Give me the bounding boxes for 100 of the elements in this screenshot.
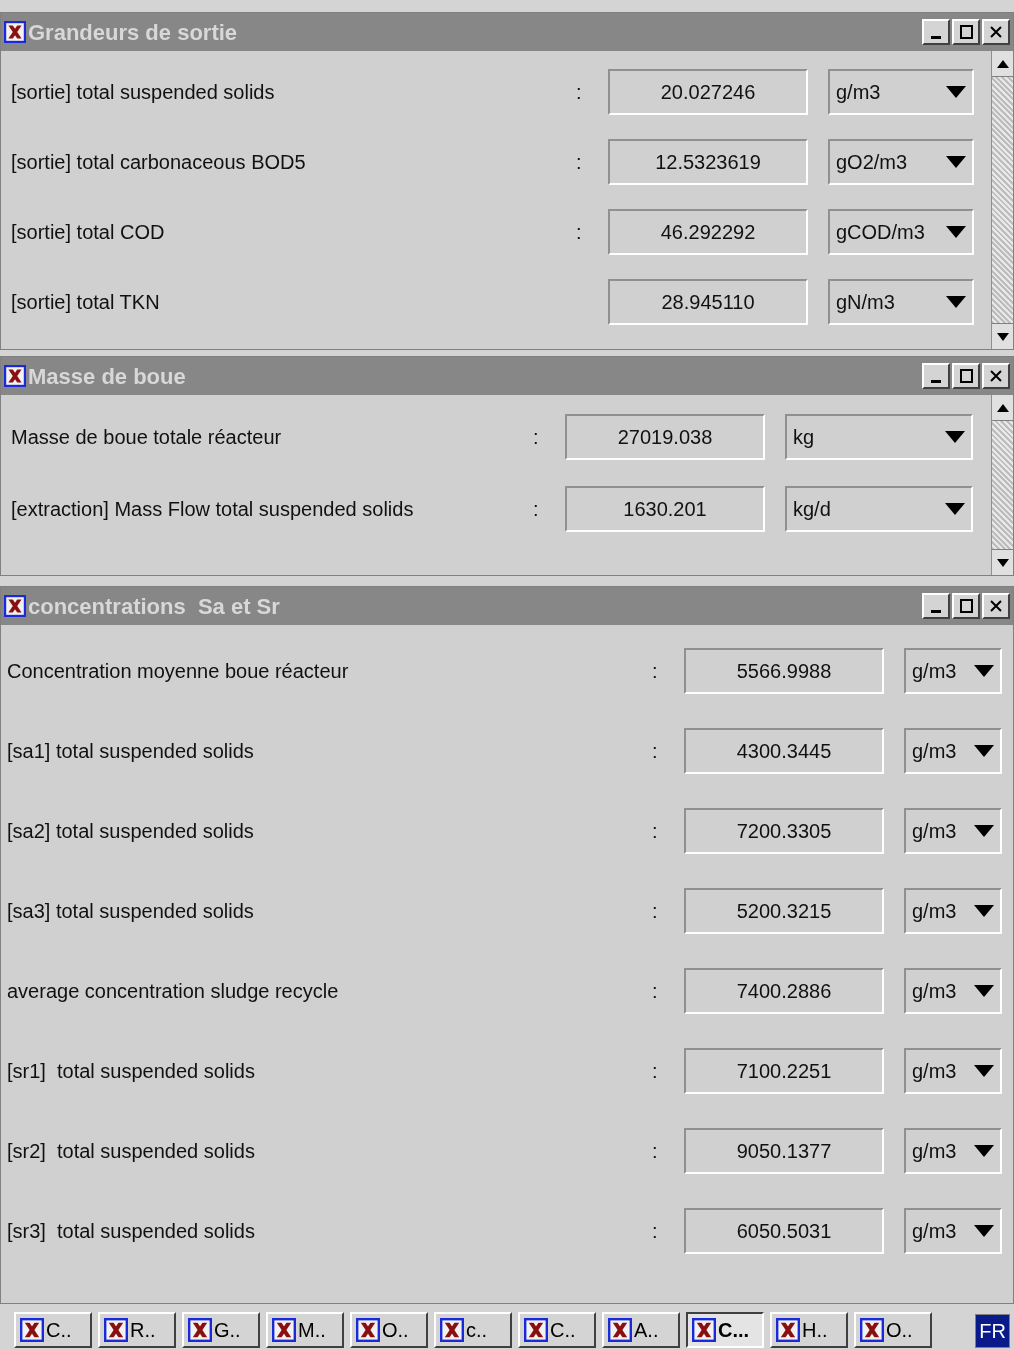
taskbar-button[interactable]: O.. xyxy=(854,1312,932,1348)
app-icon xyxy=(692,1318,716,1342)
value-field[interactable]: 1630.201 xyxy=(565,486,765,532)
unit-dropdown[interactable]: gO2/m3 xyxy=(828,139,974,185)
field-label: average concentration sludge recycle xyxy=(7,979,340,1004)
field-label: [sa1] total suspended solids xyxy=(7,739,255,764)
unit-dropdown[interactable]: g/m3 xyxy=(904,1128,1002,1174)
minimize-button[interactable] xyxy=(922,363,950,389)
maximize-button[interactable] xyxy=(952,19,980,45)
maximize-button[interactable] xyxy=(952,593,980,619)
dropdown-arrow-icon xyxy=(974,1145,994,1157)
unit-dropdown[interactable]: gCOD/m3 xyxy=(828,209,974,255)
app-icon xyxy=(4,595,26,617)
colon: : xyxy=(533,497,540,522)
field-label: [sortie] total suspended solids xyxy=(11,80,276,105)
value-field[interactable]: 7400.2886 xyxy=(684,968,884,1014)
value-field[interactable]: 27019.038 xyxy=(565,414,765,460)
unit-dropdown[interactable]: gN/m3 xyxy=(828,279,974,325)
close-button[interactable] xyxy=(982,19,1010,45)
field-label: [sr2] total suspended solids xyxy=(7,1139,256,1164)
maximize-icon xyxy=(958,24,974,40)
dropdown-arrow-icon xyxy=(974,905,994,917)
taskbar-button[interactable]: C.. xyxy=(14,1312,92,1348)
value-field[interactable]: 4300.3445 xyxy=(684,728,884,774)
value-field[interactable]: 6050.5031 xyxy=(684,1208,884,1254)
minimize-button[interactable] xyxy=(922,593,950,619)
minimize-icon xyxy=(931,379,941,383)
app-icon xyxy=(272,1318,296,1342)
scroll-down-icon[interactable] xyxy=(996,332,1009,341)
language-indicator[interactable]: FR xyxy=(975,1314,1010,1348)
colon: : xyxy=(652,1139,659,1164)
maximize-button[interactable] xyxy=(952,363,980,389)
value-field[interactable]: 20.027246 xyxy=(608,69,808,115)
unit-dropdown[interactable]: g/m3 xyxy=(828,69,974,115)
taskbar-button[interactable]: c.. xyxy=(434,1312,512,1348)
colon: : xyxy=(652,979,659,1004)
dropdown-arrow-icon xyxy=(946,156,966,168)
scrollbar[interactable] xyxy=(991,395,1013,575)
unit-dropdown[interactable]: g/m3 xyxy=(904,648,1002,694)
unit-dropdown[interactable]: g/m3 xyxy=(904,1048,1002,1094)
dropdown-arrow-icon xyxy=(974,665,994,677)
close-icon xyxy=(988,598,1004,614)
value-field[interactable]: 9050.1377 xyxy=(684,1128,884,1174)
taskbar-button[interactable]: G.. xyxy=(182,1312,260,1348)
unit-dropdown[interactable]: g/m3 xyxy=(904,968,1002,1014)
field-label: [extraction] Mass Flow total suspended solids xyxy=(11,497,415,522)
field-label: [sortie] total COD xyxy=(11,220,166,245)
unit-dropdown[interactable]: g/m3 xyxy=(904,888,1002,934)
value-field[interactable]: 28.945110 xyxy=(608,279,808,325)
unit-dropdown[interactable]: g/m3 xyxy=(904,1208,1002,1254)
colon: : xyxy=(652,1219,659,1244)
field-label: [sa2] total suspended solids xyxy=(7,819,255,844)
dropdown-arrow-icon xyxy=(946,226,966,238)
close-icon xyxy=(988,24,1004,40)
window-title: Grandeurs de sortie xyxy=(28,18,239,47)
close-icon xyxy=(988,368,1004,384)
colon: : xyxy=(533,425,540,450)
value-field[interactable]: 7100.2251 xyxy=(684,1048,884,1094)
unit-dropdown[interactable]: kg xyxy=(785,414,973,460)
unit-dropdown[interactable]: g/m3 xyxy=(904,728,1002,774)
taskbar-button[interactable]: R.. xyxy=(98,1312,176,1348)
scroll-up-icon[interactable] xyxy=(996,59,1009,68)
scroll-down-icon[interactable] xyxy=(996,558,1009,567)
unit-dropdown[interactable]: g/m3 xyxy=(904,808,1002,854)
window-title: Masse de boue xyxy=(28,362,187,391)
scrollbar[interactable] xyxy=(991,51,1013,349)
taskbar-button[interactable]: H.. xyxy=(770,1312,848,1348)
value-field[interactable]: 5200.3215 xyxy=(684,888,884,934)
dropdown-arrow-icon xyxy=(946,296,966,308)
dropdown-arrow-icon xyxy=(945,503,965,515)
unit-dropdown[interactable]: kg/d xyxy=(785,486,973,532)
app-icon xyxy=(356,1318,380,1342)
colon: : xyxy=(576,220,583,245)
minimize-button[interactable] xyxy=(922,19,950,45)
taskbar-button[interactable]: A.. xyxy=(602,1312,680,1348)
field-label: [sr3] total suspended solids xyxy=(7,1219,256,1244)
value-field[interactable]: 46.292292 xyxy=(608,209,808,255)
maximize-icon xyxy=(958,598,974,614)
value-field[interactable]: 5566.9988 xyxy=(684,648,884,694)
dropdown-arrow-icon xyxy=(974,1225,994,1237)
app-icon xyxy=(188,1318,212,1342)
value-field[interactable]: 7200.3305 xyxy=(684,808,884,854)
taskbar-button[interactable]: O.. xyxy=(350,1312,428,1348)
value-field[interactable]: 12.5323619 xyxy=(608,139,808,185)
taskbar-button[interactable]: C... xyxy=(686,1312,764,1348)
close-button[interactable] xyxy=(982,593,1010,619)
field-label: [sortie] total TKN xyxy=(11,290,161,315)
scroll-up-icon[interactable] xyxy=(996,403,1009,412)
field-label: [sr1] total suspended solids xyxy=(7,1059,256,1084)
app-icon xyxy=(860,1318,884,1342)
colon: : xyxy=(576,150,583,175)
close-button[interactable] xyxy=(982,363,1010,389)
field-label: Masse de boue totale réacteur xyxy=(11,425,283,450)
dropdown-arrow-icon xyxy=(974,745,994,757)
taskbar-button[interactable]: M.. xyxy=(266,1312,344,1348)
colon: : xyxy=(652,1059,659,1084)
app-icon xyxy=(608,1318,632,1342)
taskbar-button[interactable]: C.. xyxy=(518,1312,596,1348)
dropdown-arrow-icon xyxy=(974,1065,994,1077)
colon: : xyxy=(652,659,659,684)
